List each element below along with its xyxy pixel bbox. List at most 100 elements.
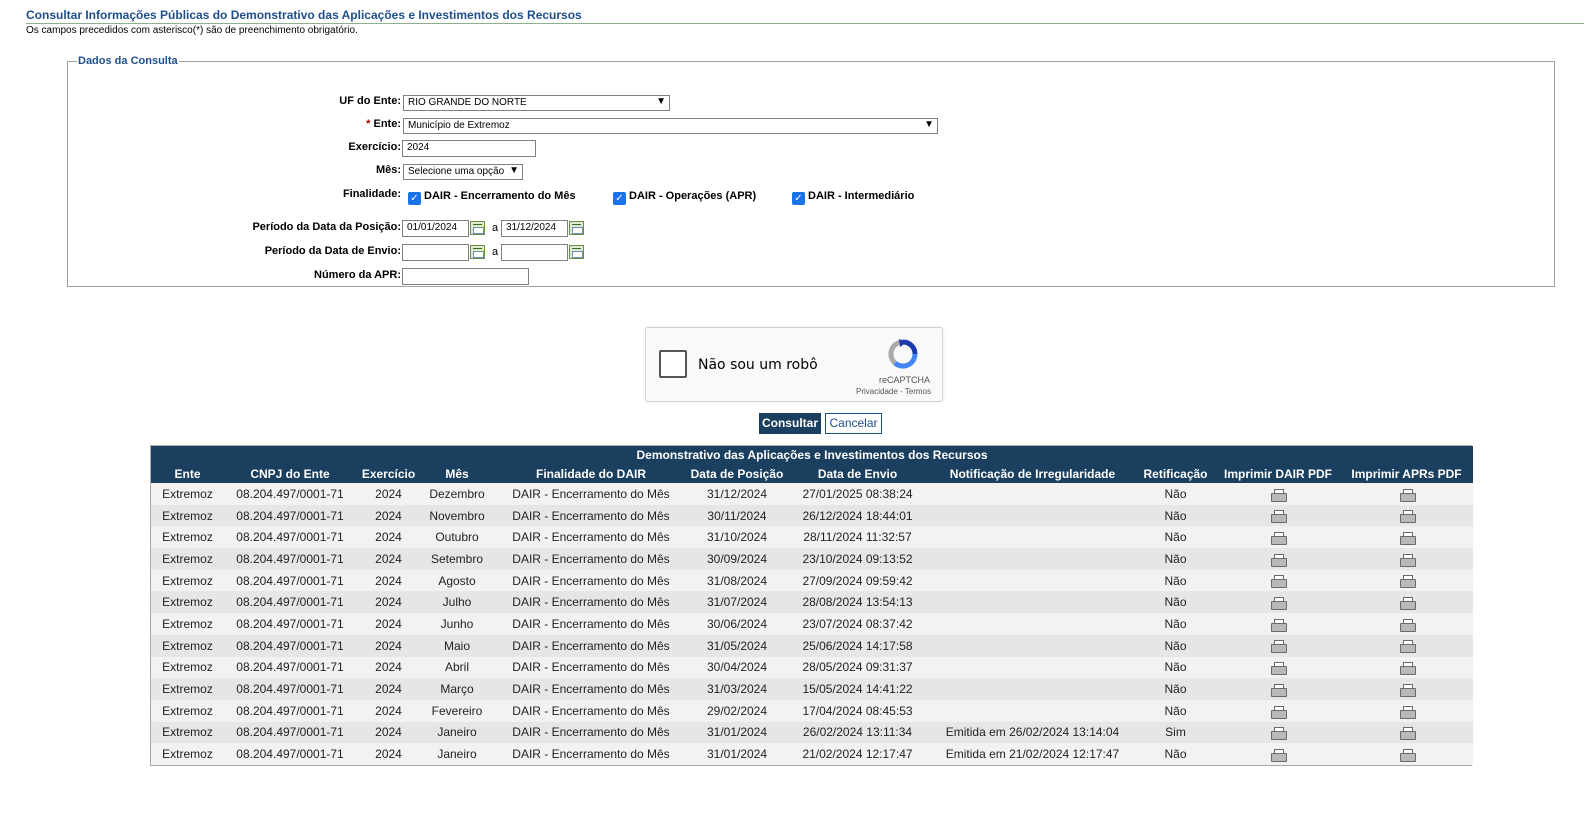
envio-inicio-input[interactable] (402, 244, 469, 261)
table-cell (1216, 743, 1340, 765)
table-cell (930, 569, 1135, 592)
print-dair-pdf-icon[interactable] (1271, 705, 1287, 719)
uf-select-value: RIO GRANDE DO NORTE (408, 97, 527, 108)
table-cell: 29/02/2024 (689, 699, 785, 722)
exercicio-input[interactable]: 2024 (402, 140, 536, 157)
print-dair-pdf-icon[interactable] (1271, 553, 1287, 567)
table-cell: Extremoz (151, 656, 224, 679)
finalidade-intermediario-checkbox[interactable]: ✓ (792, 192, 805, 205)
results-table-wrap: Demonstrativo das Aplicações e Investime… (150, 445, 1473, 766)
ente-select[interactable]: Município de Extremoz ▼ (403, 118, 938, 134)
table-cell: 08.204.497/0001-71 (224, 569, 356, 592)
cancelar-button[interactable]: Cancelar (825, 413, 882, 434)
table-cell: 23/10/2024 09:13:52 (785, 548, 930, 570)
required-fields-note: Os campos precedidos com asterisco(*) sã… (26, 25, 358, 36)
print-dair-pdf-icon[interactable] (1271, 597, 1287, 611)
table-cell (930, 613, 1135, 635)
print-aprs-pdf-icon[interactable] (1399, 748, 1416, 762)
table-cell: DAIR - Encerramento do Mês (493, 569, 689, 592)
mes-select[interactable]: Selecione uma opção ▼ (403, 164, 523, 180)
table-cell: 08.204.497/0001-71 (224, 548, 356, 570)
table-cell: 08.204.497/0001-71 (224, 504, 356, 527)
print-dair-pdf-icon[interactable] (1271, 640, 1287, 654)
uf-select[interactable]: RIO GRANDE DO NORTE ▼ (403, 95, 670, 111)
print-aprs-pdf-icon[interactable] (1399, 553, 1416, 567)
print-aprs-pdf-icon[interactable] (1399, 532, 1416, 546)
table-cell (1216, 569, 1340, 592)
table-cell: Extremoz (151, 743, 224, 765)
chevron-down-icon: ▼ (924, 119, 934, 130)
table-cell: 31/01/2024 (689, 743, 785, 765)
col-header: Data de Envio (785, 464, 930, 483)
print-dair-pdf-icon[interactable] (1271, 488, 1287, 502)
table-cell (930, 634, 1135, 657)
print-aprs-pdf-icon[interactable] (1399, 705, 1416, 719)
finalidade-encerramento-checkbox[interactable]: ✓ (408, 192, 421, 205)
col-header: Ente (151, 464, 224, 483)
calendar-icon[interactable] (569, 245, 584, 259)
range-separator: a (492, 222, 499, 234)
envio-fim-input[interactable] (501, 244, 568, 261)
table-cell: 15/05/2024 14:41:22 (785, 678, 930, 700)
query-legend: Dados da Consulta (78, 55, 178, 67)
posicao-fim-input[interactable]: 31/12/2024 (501, 220, 568, 237)
print-dair-pdf-icon[interactable] (1271, 532, 1287, 546)
print-aprs-pdf-icon[interactable] (1399, 597, 1416, 611)
recaptcha-links[interactable]: Privacidade - Termos (856, 387, 931, 396)
table-cell (1340, 548, 1473, 570)
print-aprs-pdf-icon[interactable] (1399, 510, 1416, 524)
table-cell: Junho (421, 613, 493, 635)
print-dair-pdf-icon[interactable] (1271, 683, 1287, 697)
table-cell (1216, 656, 1340, 679)
calendar-icon[interactable] (470, 245, 485, 259)
print-dair-pdf-icon[interactable] (1271, 727, 1287, 741)
table-cell (930, 526, 1135, 549)
print-aprs-pdf-icon[interactable] (1399, 488, 1416, 502)
table-cell: Julho (421, 591, 493, 614)
print-dair-pdf-icon[interactable] (1271, 618, 1287, 632)
print-dair-pdf-icon[interactable] (1271, 748, 1287, 762)
posicao-inicio-input[interactable]: 01/01/2024 (402, 220, 469, 237)
table-cell: Outubro (421, 526, 493, 549)
table-cell: Não (1135, 743, 1216, 765)
print-aprs-pdf-icon[interactable] (1399, 575, 1416, 589)
finalidade-operacoes-checkbox[interactable]: ✓ (613, 192, 626, 205)
table-cell (1216, 504, 1340, 527)
table-cell (1340, 483, 1473, 505)
required-mark: * (366, 118, 371, 130)
consultar-button[interactable]: Consultar (759, 413, 821, 434)
recaptcha-logo-icon (888, 339, 918, 369)
print-aprs-pdf-icon[interactable] (1399, 727, 1416, 741)
table-cell: 28/08/2024 13:54:13 (785, 591, 930, 614)
table-cell: 2024 (356, 699, 421, 722)
table-cell: DAIR - Encerramento do Mês (493, 483, 689, 505)
table-cell: 30/04/2024 (689, 656, 785, 679)
table-cell: 28/11/2024 11:32:57 (785, 526, 930, 549)
print-aprs-pdf-icon[interactable] (1399, 618, 1416, 632)
print-aprs-pdf-icon[interactable] (1399, 662, 1416, 676)
table-cell: Extremoz (151, 699, 224, 722)
recaptcha-label: Não sou um robô (698, 357, 818, 373)
print-dair-pdf-icon[interactable] (1271, 662, 1287, 676)
table-cell: 08.204.497/0001-71 (224, 743, 356, 765)
table-cell: DAIR - Encerramento do Mês (493, 504, 689, 527)
print-dair-pdf-icon[interactable] (1271, 575, 1287, 589)
table-cell: Não (1135, 634, 1216, 657)
print-aprs-pdf-icon[interactable] (1399, 683, 1416, 697)
print-aprs-pdf-icon[interactable] (1399, 640, 1416, 654)
print-dair-pdf-icon[interactable] (1271, 510, 1287, 524)
col-header: Notificação de Irregularidade (930, 464, 1135, 483)
table-cell: 2024 (356, 504, 421, 527)
table-cell: Não (1135, 504, 1216, 527)
calendar-icon[interactable] (470, 221, 485, 235)
table-cell: Não (1135, 548, 1216, 570)
mes-label: Mês: (375, 164, 401, 176)
recaptcha-checkbox[interactable] (659, 350, 687, 378)
table-cell: 2024 (356, 613, 421, 635)
table-cell: DAIR - Encerramento do Mês (493, 721, 689, 744)
calendar-icon[interactable] (569, 221, 584, 235)
apr-input[interactable] (402, 268, 529, 285)
table-cell: Não (1135, 613, 1216, 635)
table-cell: 2024 (356, 743, 421, 765)
mes-select-value: Selecione uma opção (408, 166, 505, 177)
